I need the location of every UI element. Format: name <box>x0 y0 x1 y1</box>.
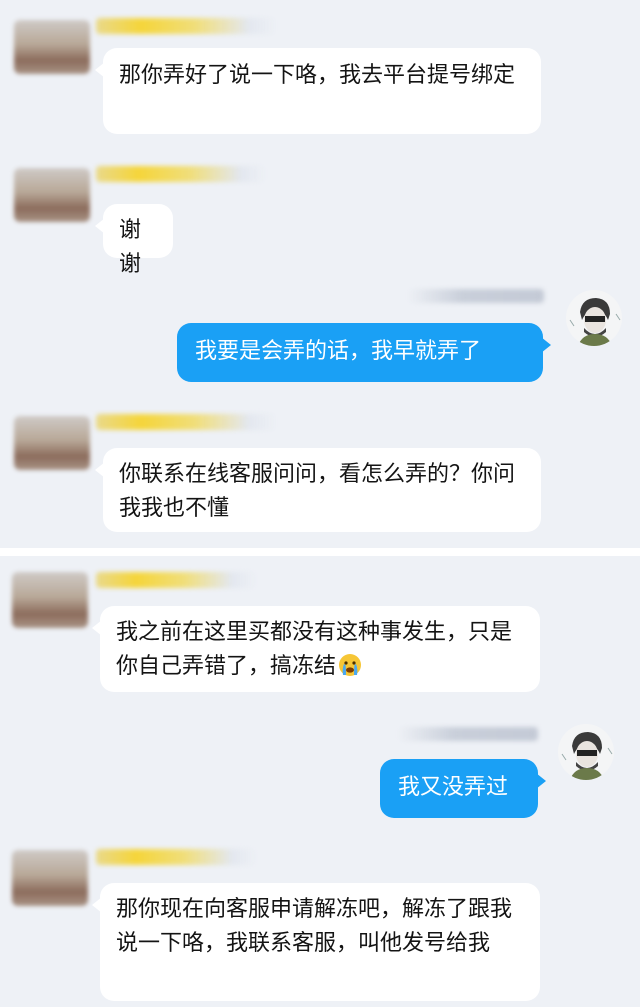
avatar-illustration-icon <box>569 298 621 346</box>
sender-name-blurred <box>96 572 256 588</box>
sender-name-blurred <box>96 166 266 182</box>
own-name-blurred <box>408 289 544 303</box>
message-text: 我之前在这里买都没有这种事发生，只是你自己弄错了，搞冻结 <box>116 620 513 679</box>
message-text: 那你现在向客服申请解冻吧，解冻了跟我说一下咯，我联系客服，叫他发号给我 <box>116 897 513 956</box>
message-bubble[interactable]: 我又没弄过 <box>380 759 546 818</box>
chat-screenshot-2: 我之前在这里买都没有这种事发生，只是你自己弄错了，搞冻结 我又没弄过 那你现在向… <box>0 556 640 1007</box>
sender-avatar[interactable] <box>12 850 88 906</box>
own-avatar[interactable] <box>558 724 614 780</box>
message-text: 我又没弄过 <box>398 775 509 800</box>
message-text: 谢谢 <box>119 218 142 277</box>
message-bubble[interactable]: 谢谢 <box>95 204 173 277</box>
message-text: 我要是会弄的话，我早就弄了 <box>195 339 482 364</box>
message-bubble[interactable]: 那你弄好了说一下咯，我去平台提号绑定 <box>95 48 541 134</box>
message-bubble[interactable]: 我要是会弄的话，我早就弄了 <box>177 323 551 382</box>
chat-screenshot-1: 那你弄好了说一下咯，我去平台提号绑定 谢谢 我要是会弄的话，我早就弄了 你联系在… <box>0 0 640 548</box>
sender-name-blurred <box>96 18 276 34</box>
message-bubble[interactable]: 那你现在向客服申请解冻吧，解冻了跟我说一下咯，我联系客服，叫他发号给我 <box>92 883 540 1001</box>
message-text: 那你弄好了说一下咯，我去平台提号绑定 <box>119 63 516 88</box>
own-name-blurred <box>398 727 538 741</box>
own-avatar[interactable] <box>566 290 622 346</box>
sender-avatar[interactable] <box>14 416 90 470</box>
message-bubble[interactable]: 我之前在这里买都没有这种事发生，只是你自己弄错了，搞冻结 <box>92 606 540 692</box>
sender-avatar[interactable] <box>14 20 90 74</box>
crying-face-icon <box>338 653 362 677</box>
sender-avatar[interactable] <box>14 168 90 222</box>
sender-avatar[interactable] <box>12 572 88 628</box>
avatar-illustration-icon <box>561 732 613 780</box>
sender-name-blurred <box>96 414 276 430</box>
message-bubble[interactable]: 你联系在线客服问问，看怎么弄的？你问我我也不懂 <box>95 448 541 532</box>
sender-name-blurred <box>96 849 256 865</box>
message-text: 你联系在线客服问问，看怎么弄的？你问我我也不懂 <box>119 462 516 521</box>
